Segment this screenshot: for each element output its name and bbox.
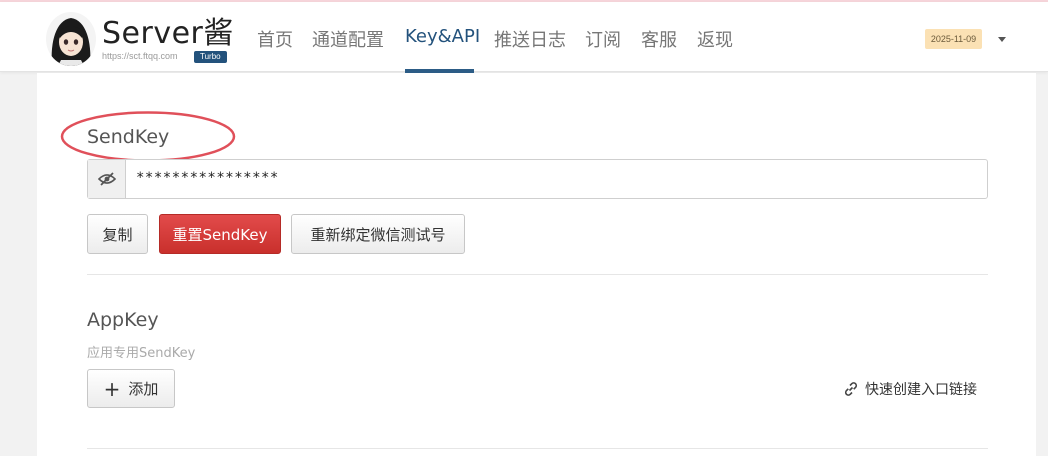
brand-badge: Turbo [194,51,227,63]
section-divider-bottom [87,448,988,449]
appkey-subtitle: 应用专用SendKey [87,346,196,361]
sendkey-title: SendKey [87,126,170,148]
date-badge[interactable]: 2025-11-09 [925,29,982,49]
brand-title[interactable]: Server酱 [102,8,234,52]
link-icon [844,382,858,396]
chevron-down-icon[interactable] [998,37,1006,42]
nav-home[interactable]: 首页 [257,26,293,52]
nav-channel-config[interactable]: 通道配置 [312,26,384,52]
reset-sendkey-button[interactable]: 重置SendKey [159,214,281,254]
quick-create-link-label: 快速创建入口链接 [865,382,977,398]
add-button-label: 添加 [128,380,159,398]
top-navbar: Server酱 https://sct.ftqq.com Turbo 首页 通道… [0,2,1048,73]
avatar-logo[interactable] [46,12,96,66]
appkey-title: AppKey [87,309,159,331]
copy-button[interactable]: 复制 [87,214,148,254]
sendkey-masked-value[interactable]: **************** [136,170,279,186]
sendkey-input-group: **************** [87,159,988,199]
brand-url: https://sct.ftqq.com [102,51,178,61]
nav-key-api[interactable]: Key&API [405,26,480,47]
nav-cashback[interactable]: 返现 [697,26,733,52]
nav-push-log[interactable]: 推送日志 [494,26,566,52]
plus-icon: + [103,376,121,401]
quick-create-link[interactable]: 快速创建入口链接 [843,379,977,399]
add-appkey-button[interactable]: + 添加 [87,369,175,408]
rebind-wechat-button[interactable]: 重新绑定微信测试号 [291,214,465,254]
nav-support[interactable]: 客服 [641,26,677,52]
section-divider [87,274,988,275]
eye-slash-icon[interactable] [88,160,126,198]
nav-subscribe[interactable]: 订阅 [585,26,621,52]
